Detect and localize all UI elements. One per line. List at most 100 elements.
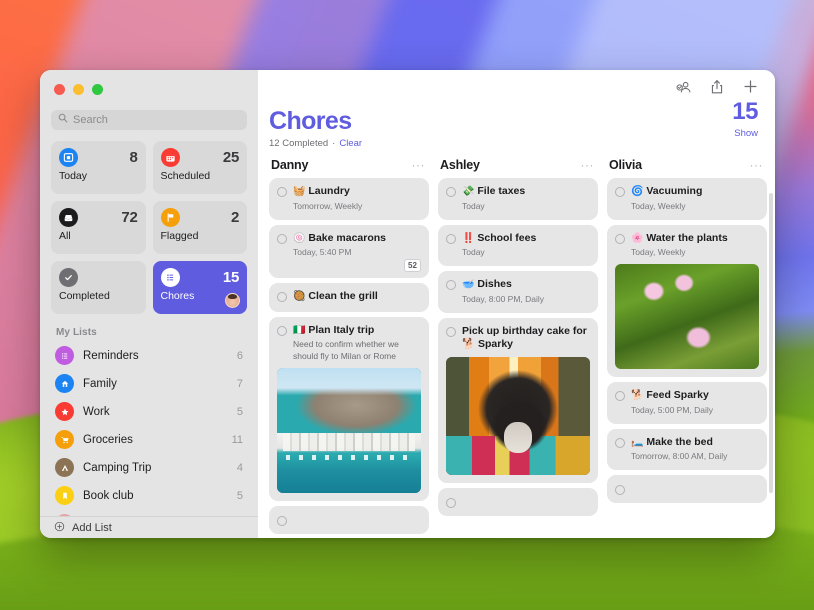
my-lists-header: My Lists bbox=[40, 314, 258, 342]
complete-toggle[interactable] bbox=[446, 280, 456, 290]
column-title: Ashley bbox=[440, 158, 480, 172]
complete-toggle[interactable] bbox=[277, 516, 287, 526]
reminder-card[interactable]: ‼️ School fees Today bbox=[438, 225, 598, 267]
reminder-emoji: 🧺 bbox=[293, 186, 305, 197]
reminder-emoji: 🇮🇹 bbox=[293, 325, 305, 336]
new-reminder-row[interactable] bbox=[269, 506, 429, 534]
reminder-photo-dog[interactable] bbox=[446, 357, 590, 475]
sidebar-item-count: 4 bbox=[237, 462, 243, 474]
reminder-subtitle: Today bbox=[462, 247, 590, 258]
smart-list-today[interactable]: 8 Today bbox=[51, 141, 146, 194]
plus-circle-icon bbox=[54, 521, 65, 535]
window-traffic-lights bbox=[40, 70, 258, 95]
close-button[interactable] bbox=[54, 84, 65, 95]
search-placeholder: Search bbox=[73, 114, 108, 126]
reminder-subtitle: Today, 5:40 PM bbox=[293, 247, 421, 258]
share-button[interactable] bbox=[709, 80, 725, 98]
sidebar-item-family[interactable]: Family 7 bbox=[48, 370, 250, 398]
complete-toggle[interactable] bbox=[446, 187, 456, 197]
search-icon bbox=[58, 113, 68, 126]
smart-list-chores[interactable]: 15 Chores bbox=[153, 261, 248, 314]
reminder-card[interactable]: 💸 File taxes Today bbox=[438, 178, 598, 220]
new-reminder-row[interactable] bbox=[438, 488, 598, 516]
reminder-subtitle: Today, Weekly bbox=[631, 247, 759, 258]
complete-toggle[interactable] bbox=[446, 327, 456, 337]
main-content: Chores 12 Completed · Clear 15 Show Dann… bbox=[258, 70, 775, 538]
complete-toggle[interactable] bbox=[615, 187, 625, 197]
new-reminder-row[interactable] bbox=[607, 475, 767, 503]
complete-toggle[interactable] bbox=[615, 485, 625, 495]
reminder-badge: 52 bbox=[404, 259, 421, 272]
smart-list-completed[interactable]: Completed bbox=[51, 261, 146, 314]
reminder-card[interactable]: 🥘 Clean the grill bbox=[269, 283, 429, 312]
share-icon bbox=[710, 79, 724, 100]
completed-summary: 12 Completed · Clear bbox=[269, 138, 758, 149]
reminder-card[interactable]: 🌸 Water the plants Today, Weekly bbox=[607, 225, 767, 378]
sidebar-item-book-club[interactable]: Book club 5 bbox=[48, 482, 250, 510]
smart-list-count: 25 bbox=[223, 149, 239, 166]
complete-toggle[interactable] bbox=[277, 292, 287, 302]
reminder-card[interactable]: 🌀 Vacuuming Today, Weekly bbox=[607, 178, 767, 220]
smart-list-scheduled[interactable]: 25 Scheduled bbox=[153, 141, 248, 194]
calendar-icon bbox=[161, 148, 180, 167]
sidebar-item-reminders[interactable]: Reminders 6 bbox=[48, 342, 250, 370]
reminder-card[interactable]: Pick up birthday cake for 🐕 Sparky bbox=[438, 318, 598, 483]
add-reminder-button[interactable] bbox=[742, 80, 758, 98]
sidebar-item-label: Reminders bbox=[83, 350, 228, 362]
reminder-title: 🍥 Bake macarons bbox=[293, 232, 421, 246]
cart-icon bbox=[55, 430, 74, 449]
reminder-card[interactable]: 🍥 Bake macarons Today, 5:40 PM 52 bbox=[269, 225, 429, 279]
sidebar-item-work[interactable]: Work 5 bbox=[48, 398, 250, 426]
sidebar-item-camping-trip[interactable]: Camping Trip 4 bbox=[48, 454, 250, 482]
reminder-photo-italy[interactable] bbox=[277, 368, 421, 493]
complete-toggle[interactable] bbox=[615, 234, 625, 244]
list-header: Chores 12 Completed · Clear 15 Show bbox=[258, 108, 775, 149]
show-completed-button[interactable]: Show bbox=[732, 128, 758, 139]
reminder-card[interactable]: 🇮🇹 Plan Italy trip Need to confirm wheth… bbox=[269, 317, 429, 501]
collaborate-button[interactable] bbox=[676, 80, 692, 98]
add-list-button[interactable]: Add List bbox=[40, 516, 258, 538]
reminder-emoji: 🥘 bbox=[293, 291, 305, 302]
reminder-card[interactable]: 🐕 Feed Sparky Today, 5:00 PM, Daily bbox=[607, 382, 767, 424]
reminder-notes: Need to confirm whether we should fly to… bbox=[293, 339, 421, 362]
reminder-subtitle: Today bbox=[462, 201, 590, 212]
reminder-title: 🇮🇹 Plan Italy trip bbox=[293, 324, 421, 338]
smart-list-count: 2 bbox=[231, 209, 239, 226]
separator-dot: · bbox=[332, 138, 335, 149]
sidebar-item-groceries[interactable]: Groceries 11 bbox=[48, 426, 250, 454]
clear-button[interactable]: Clear bbox=[339, 138, 362, 149]
complete-toggle[interactable] bbox=[277, 326, 287, 336]
sidebar-item-count: 7 bbox=[237, 378, 243, 390]
smart-list-flagged[interactable]: 2 Flagged bbox=[153, 201, 248, 254]
reminder-title: 🥣 Dishes bbox=[462, 278, 590, 292]
vertical-scrollbar[interactable] bbox=[769, 193, 773, 493]
smart-list-all[interactable]: 72 All bbox=[51, 201, 146, 254]
zoom-button[interactable] bbox=[92, 84, 103, 95]
reminder-photo-flowers[interactable] bbox=[615, 264, 759, 369]
complete-toggle[interactable] bbox=[446, 234, 456, 244]
complete-toggle[interactable] bbox=[277, 234, 287, 244]
reminder-title: 💸 File taxes bbox=[462, 185, 590, 199]
smart-list-label: Today bbox=[59, 170, 138, 182]
sidebar-item-label: Family bbox=[83, 378, 228, 390]
reminder-card[interactable]: 🥣 Dishes Today, 8:00 PM, Daily bbox=[438, 271, 598, 313]
sidebar-item-label: Groceries bbox=[83, 434, 223, 446]
sidebar-item-label: Work bbox=[83, 406, 228, 418]
complete-toggle[interactable] bbox=[615, 391, 625, 401]
smart-list-label: Scheduled bbox=[161, 170, 240, 182]
column-menu-button[interactable]: ··· bbox=[750, 162, 764, 169]
reminder-emoji: 🥣 bbox=[462, 279, 474, 290]
reminder-title: 🌀 Vacuuming bbox=[631, 185, 759, 199]
reminder-emoji: 🐕 bbox=[631, 390, 643, 401]
column-menu-button[interactable]: ··· bbox=[581, 162, 595, 169]
column-menu-button[interactable]: ··· bbox=[412, 162, 426, 169]
smart-lists-grid: 8 Today 25 Scheduled 72 bbox=[40, 130, 258, 314]
minimize-button[interactable] bbox=[73, 84, 84, 95]
complete-toggle[interactable] bbox=[446, 498, 456, 508]
search-field[interactable]: Search bbox=[51, 110, 247, 130]
reminder-card[interactable]: 🧺 Laundry Tomorrow, Weekly bbox=[269, 178, 429, 220]
reminder-card[interactable]: 🛏️ Make the bed Tomorrow, 8:00 AM, Daily bbox=[607, 429, 767, 471]
flag-icon bbox=[161, 208, 180, 227]
complete-toggle[interactable] bbox=[615, 438, 625, 448]
complete-toggle[interactable] bbox=[277, 187, 287, 197]
